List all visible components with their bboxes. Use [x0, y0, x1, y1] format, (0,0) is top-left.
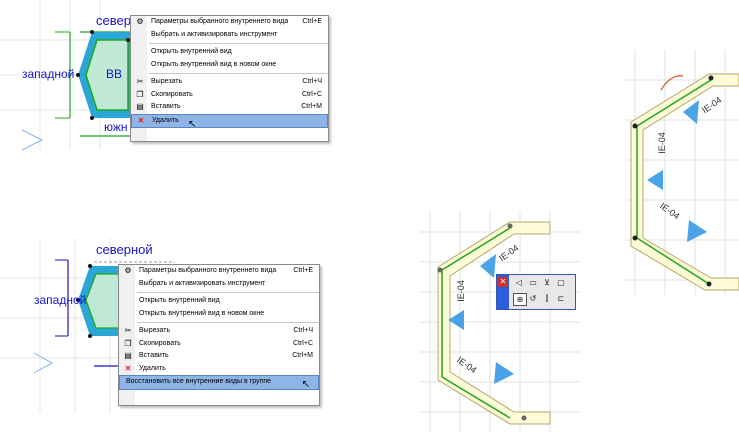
- settings-icon: ⚙: [124, 266, 132, 275]
- rotate-icon[interactable]: ↺: [527, 293, 539, 304]
- label-south: южн: [104, 120, 128, 134]
- plan-canvas-3[interactable]: [420, 212, 580, 432]
- menu-item-restore-all-views[interactable]: Восстановить все внутренние виды в групп…: [119, 375, 319, 390]
- settings-icon: ⚙: [136, 17, 144, 26]
- label-north: север: [96, 13, 131, 28]
- floor-plan-panel-4: IE-04 IE-04 IE-04: [625, 50, 739, 295]
- edit-toolbar: ✕ ◁ ▭ ⊻ ▢ ⊕ ↺ ⫿ ⊏: [496, 274, 576, 310]
- scissors-icon: ✂: [124, 326, 132, 335]
- paste-icon: ▤: [124, 351, 132, 360]
- interior-view-panel-1: север западной ВВ южн ⚙ Параметры выбранн…: [0, 0, 330, 150]
- menu-item-open-view-new-window[interactable]: Открыть внутренний вид в новом окне: [119, 308, 319, 321]
- plan-label-ie: IE-04: [455, 280, 466, 302]
- split-icon[interactable]: ⊻: [541, 277, 553, 288]
- close-icon[interactable]: ✕: [498, 277, 508, 287]
- mouse-cursor-icon: ↖: [188, 118, 197, 130]
- move-icon[interactable]: ◁: [513, 277, 525, 288]
- menu-item-select-tool[interactable]: Выбрать и активизировать инструмент: [119, 278, 319, 291]
- mirror-icon[interactable]: ⫿: [541, 293, 553, 304]
- stretch-icon[interactable]: ▭: [527, 277, 539, 288]
- delete-icon: ✕: [137, 115, 145, 125]
- menu-item-delete[interactable]: ✕ Удалить ↖: [131, 113, 328, 130]
- plan-canvas-4[interactable]: [625, 50, 739, 295]
- menu-item-view-settings[interactable]: ⚙ Параметры выбранного внутреннего вида Ct…: [119, 265, 319, 278]
- menu-item-cut[interactable]: ✂ Вырезать Ctrl+Ч: [131, 76, 328, 89]
- menu-item-cut[interactable]: ✂ Вырезать Ctrl+Ч: [119, 325, 319, 338]
- context-menu-1: ⚙ Параметры выбранного внутреннего вида Ct…: [130, 15, 329, 142]
- copy-icon: ❐: [124, 338, 132, 348]
- floor-plan-panel-3: IE-04 IE-04 IE-04 ✕ ◁ ▭ ⊻ ▢ ⊕ ↺ ⫿ ⊏: [420, 212, 580, 432]
- menu-item-paste[interactable]: ▤ Вставить Ctrl+M: [119, 350, 319, 363]
- copy-icon: ❐: [136, 89, 144, 99]
- menu-separator: [137, 292, 319, 293]
- menu-separator: [149, 43, 328, 44]
- menu-item-paste[interactable]: ▤ Вставить Ctrl+M: [131, 101, 328, 114]
- paste-icon: ▤: [136, 102, 144, 111]
- elevate-icon[interactable]: ⊏: [555, 293, 567, 304]
- label-center: ВВ: [106, 67, 123, 81]
- label-west: западной: [34, 293, 87, 307]
- menu-item-select-tool[interactable]: Выбрать и активизировать инструмент: [131, 29, 328, 42]
- menu-separator: [137, 322, 319, 323]
- context-menu-2: ⚙ Параметры выбранного внутреннего вида Ct…: [118, 264, 320, 406]
- label-west: западной: [22, 67, 75, 81]
- scissors-icon: ✂: [136, 77, 144, 86]
- menu-item-open-view[interactable]: Открыть внутренний вид: [119, 295, 319, 308]
- menu-item-delete[interactable]: ✕ Удалить: [119, 363, 319, 376]
- menu-separator: [149, 73, 328, 74]
- interior-view-panel-2: северной западной ⚙ Параметры выбранного …: [0, 238, 330, 413]
- menu-item-view-settings[interactable]: ⚙ Параметры выбранного внутреннего вида Ct…: [131, 16, 328, 29]
- menu-item-copy[interactable]: ❐ Скопировать Ctrl+C: [131, 89, 328, 102]
- drag-copy-icon[interactable]: ⊕: [513, 293, 527, 306]
- menu-item-copy[interactable]: ❐ Скопировать Ctrl+C: [119, 338, 319, 351]
- delete-icon: ✕: [124, 363, 132, 373]
- mouse-cursor-icon: ↖: [301, 379, 310, 390]
- offset-icon[interactable]: ▢: [555, 277, 567, 288]
- plan-label-ie: IE-04: [656, 132, 667, 154]
- menu-item-open-view[interactable]: Открыть внутренний вид: [131, 46, 328, 59]
- menu-item-open-view-new-window[interactable]: Открыть внутренний вид в новом окне: [131, 59, 328, 72]
- label-north: северной: [96, 242, 153, 257]
